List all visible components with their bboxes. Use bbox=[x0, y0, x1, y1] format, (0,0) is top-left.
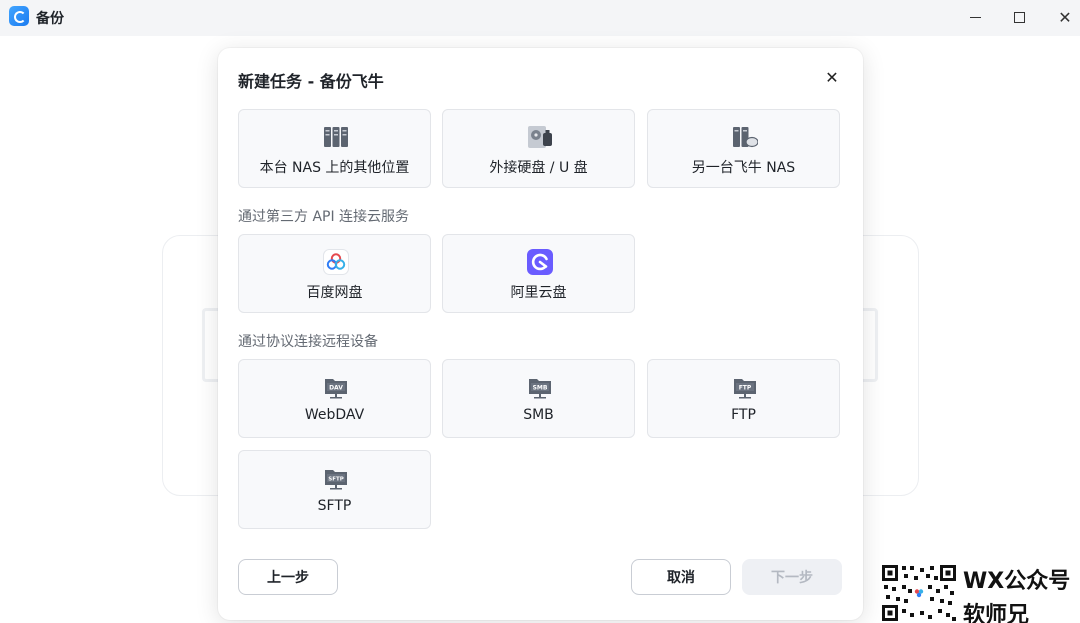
aliyun-drive-icon bbox=[527, 249, 553, 275]
watermark-text: WX公众号 bbox=[963, 569, 1071, 594]
webdav-icon: DAV bbox=[323, 374, 349, 400]
minimize-button[interactable] bbox=[961, 4, 989, 30]
watermark-text: 软师兄 bbox=[963, 603, 1030, 623]
new-task-dialog: 新建任务 - 备份飞牛 ✕ 本台 NAS 上的其他位置 外接硬盘 / U 盘 另… bbox=[218, 48, 863, 620]
smb-badge: SMB bbox=[533, 385, 548, 392]
external-drive-icon bbox=[527, 124, 553, 150]
tile-label: 百度网盘 bbox=[306, 285, 363, 301]
tile-label: WebDAV bbox=[304, 407, 365, 423]
ftp-icon: FTP bbox=[732, 374, 758, 400]
tile-label: SMB bbox=[523, 407, 554, 423]
target-tile-sftp[interactable]: SFTP SFTP bbox=[238, 450, 431, 529]
baidu-netdisk-icon bbox=[323, 249, 349, 275]
target-tile-smb[interactable]: SMB SMB bbox=[442, 359, 635, 438]
tile-label: 外接硬盘 / U 盘 bbox=[489, 160, 588, 176]
tile-label: 另一台飞牛 NAS bbox=[691, 160, 796, 176]
sftp-icon: SFTP bbox=[323, 465, 349, 491]
target-tile-local-nas[interactable]: 本台 NAS 上的其他位置 bbox=[238, 109, 431, 188]
previous-step-button[interactable]: 上一步 bbox=[238, 559, 338, 595]
target-tile-external-drive[interactable]: 外接硬盘 / U 盘 bbox=[442, 109, 635, 188]
tile-label: 阿里云盘 bbox=[510, 285, 567, 301]
window-titlebar: 备份 ✕ bbox=[0, 0, 1080, 36]
target-tile-aliyun-drive[interactable]: 阿里云盘 bbox=[442, 234, 635, 313]
webdav-badge: DAV bbox=[329, 385, 343, 392]
tile-label: 本台 NAS 上的其他位置 bbox=[259, 160, 410, 176]
qr-code-icon bbox=[880, 563, 958, 623]
backup-app-icon bbox=[9, 6, 29, 26]
sftp-badge: SFTP bbox=[328, 477, 344, 483]
target-tile-another-nas[interactable]: 另一台飞牛 NAS bbox=[647, 109, 840, 188]
remote-nas-icon bbox=[732, 124, 758, 150]
cloud-section-label: 通过第三方 API 连接云服务 bbox=[238, 209, 410, 225]
nas-server-icon bbox=[323, 124, 349, 150]
protocol-section-label: 通过协议连接远程设备 bbox=[238, 334, 378, 350]
ftp-badge: FTP bbox=[739, 385, 752, 392]
dialog-title: 新建任务 - 备份飞牛 bbox=[238, 72, 384, 91]
window-close-button[interactable]: ✕ bbox=[1051, 4, 1079, 30]
target-tile-ftp[interactable]: FTP FTP bbox=[647, 359, 840, 438]
smb-icon: SMB bbox=[527, 374, 553, 400]
dialog-close-button[interactable]: ✕ bbox=[822, 68, 842, 88]
tile-label: SFTP bbox=[317, 498, 352, 514]
maximize-button[interactable] bbox=[1005, 4, 1033, 30]
maximize-icon bbox=[1013, 11, 1025, 23]
cancel-button[interactable]: 取消 bbox=[631, 559, 731, 595]
watermark: WX公众号 软师兄 bbox=[880, 561, 1080, 623]
target-tile-baidu-netdisk[interactable]: 百度网盘 bbox=[238, 234, 431, 313]
window-title: 备份 bbox=[36, 11, 64, 27]
next-step-button[interactable]: 下一步 bbox=[742, 559, 842, 595]
minimize-icon bbox=[969, 16, 981, 18]
tile-label: FTP bbox=[731, 407, 756, 423]
target-tile-webdav[interactable]: DAV WebDAV bbox=[238, 359, 431, 438]
